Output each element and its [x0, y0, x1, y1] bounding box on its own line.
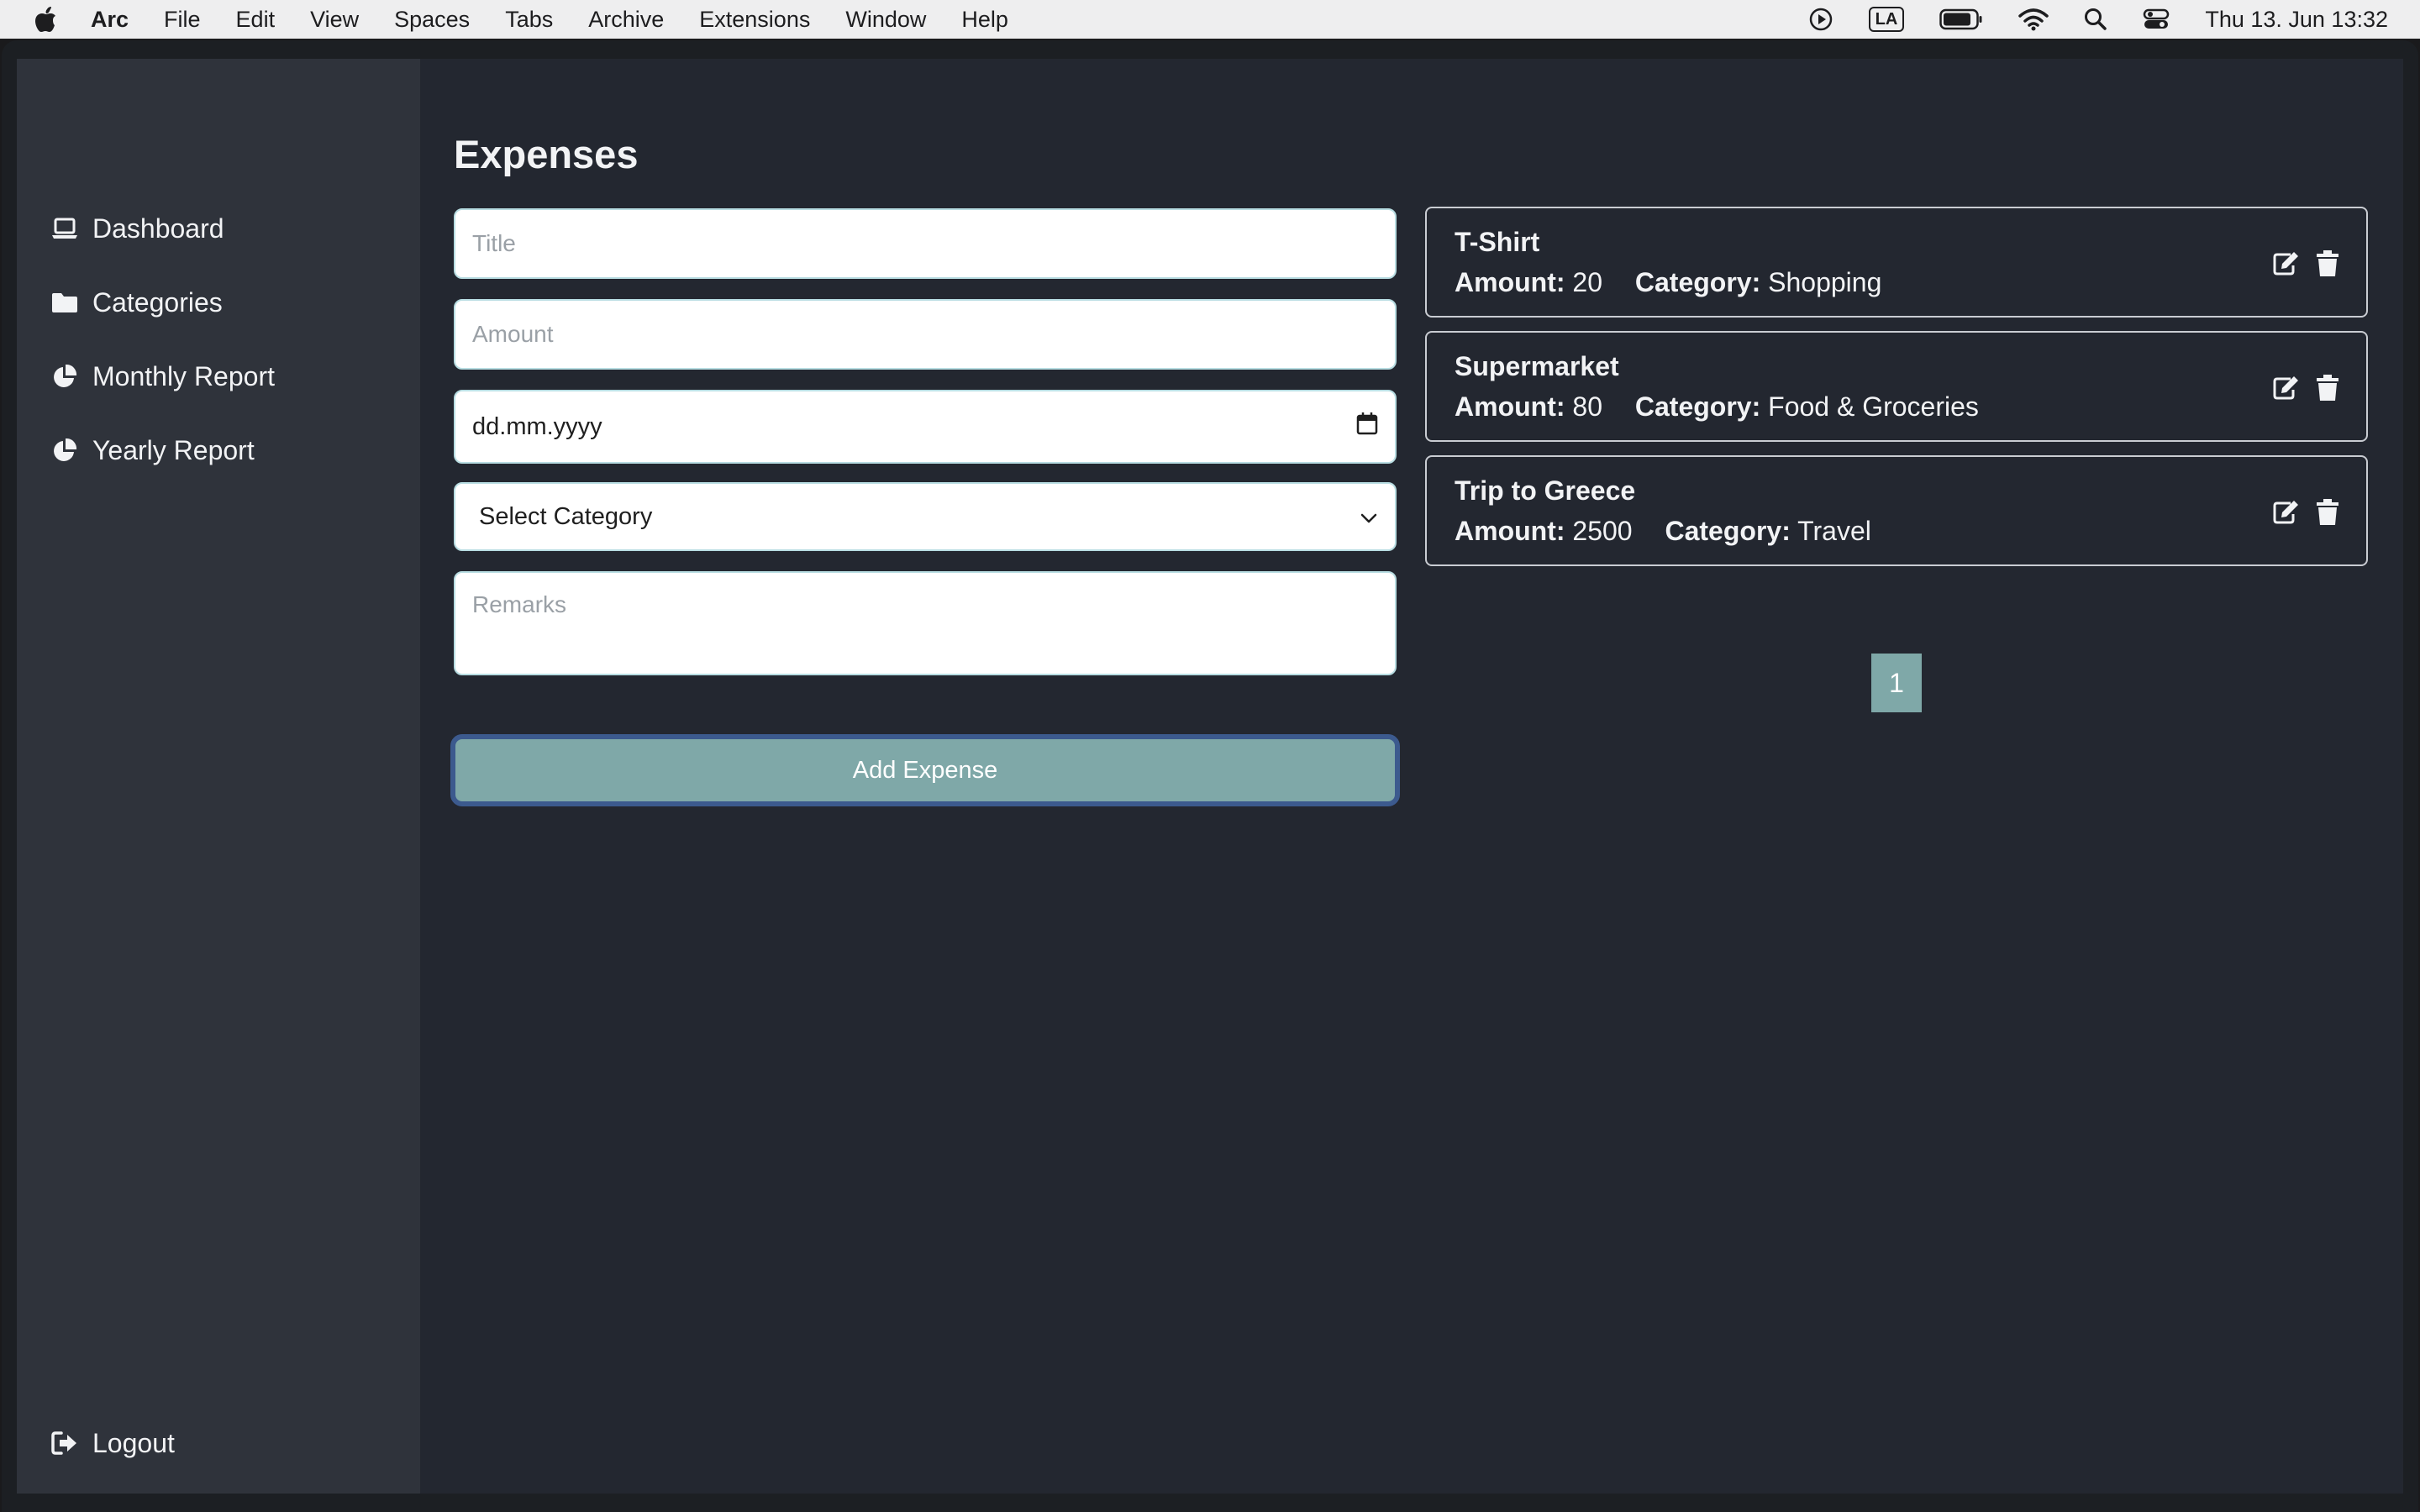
- laptop-icon: [50, 214, 79, 243]
- expense-title: T-Shirt: [1455, 227, 1540, 257]
- trash-icon[interactable]: [2314, 375, 2341, 402]
- sidebar-item-label: Monthly Report: [92, 360, 275, 391]
- status-area: LA Thu 13. Jun 13:32: [1773, 0, 2388, 39]
- category-label: Category:: [1634, 267, 1761, 297]
- add-expense-button[interactable]: Add Expense: [450, 734, 1400, 806]
- expense-meta: Amount: 20 Category: Shopping: [1455, 267, 1881, 298]
- macos-menu-bar: Arc File Edit View Spaces Tabs Archive E…: [0, 0, 2420, 39]
- expense-category: Food & Groceries: [1768, 391, 1979, 422]
- menu-archive[interactable]: Archive: [588, 7, 664, 33]
- edit-icon[interactable]: [2272, 499, 2299, 526]
- expense-amount: 2500: [1572, 516, 1633, 546]
- control-center-icon[interactable]: [2143, 8, 2170, 31]
- expense-actions: [2272, 250, 2341, 277]
- expense-card: Trip to Greece Amount: 2500 Category: Tr…: [1425, 455, 2368, 566]
- pie-chart-icon: [50, 436, 79, 465]
- trash-icon[interactable]: [2314, 499, 2341, 526]
- category-select[interactable]: Select Category: [454, 482, 1397, 551]
- browser-window: Dashboard Categories Monthly Report Year…: [2, 40, 2418, 1512]
- edit-icon[interactable]: [2272, 250, 2299, 277]
- apple-logo-icon[interactable]: [32, 6, 59, 33]
- menu-tabs[interactable]: Tabs: [505, 7, 553, 33]
- amount-label: Amount:: [1455, 391, 1565, 422]
- date-input-placeholder: dd.mm.yyyy: [472, 412, 602, 440]
- menu-edit[interactable]: Edit: [236, 7, 276, 33]
- amount-label: Amount:: [1455, 516, 1565, 546]
- menu-extensions[interactable]: Extensions: [699, 7, 810, 33]
- expense-title: Trip to Greece: [1455, 475, 1636, 506]
- date-input[interactable]: dd.mm.yyyy: [454, 390, 1397, 464]
- input-language-badge[interactable]: LA: [1868, 7, 1905, 32]
- pagination-page-button[interactable]: 1: [1871, 654, 1922, 712]
- sidebar-item-label: Dashboard: [92, 213, 224, 244]
- remarks-textarea[interactable]: [454, 571, 1397, 675]
- sidebar-item-label: Categories: [92, 286, 223, 318]
- pie-chart-icon: [50, 362, 79, 391]
- expense-category: Shopping: [1768, 267, 1882, 297]
- sidebar-item-monthly-report[interactable]: Monthly Report: [50, 354, 275, 398]
- sidebar-item-label: Yearly Report: [92, 434, 255, 465]
- play-circle-icon[interactable]: [1808, 7, 1833, 32]
- page-title: Expenses: [454, 132, 639, 176]
- sign-out-icon: [50, 1429, 79, 1457]
- calendar-icon[interactable]: [1356, 412, 1378, 442]
- menu-app-name[interactable]: Arc: [91, 7, 129, 33]
- sidebar-item-dashboard[interactable]: Dashboard: [50, 207, 224, 250]
- edit-icon[interactable]: [2272, 375, 2299, 402]
- menu-window[interactable]: Window: [845, 7, 926, 33]
- wifi-icon[interactable]: [2018, 8, 2049, 31]
- logout-button[interactable]: Logout: [50, 1421, 175, 1465]
- battery-icon[interactable]: [1939, 8, 1983, 30]
- title-input[interactable]: [454, 208, 1397, 279]
- menu-clock[interactable]: Thu 13. Jun 13:32: [2205, 7, 2388, 33]
- category-label: Category:: [1634, 391, 1761, 422]
- folder-icon: [50, 288, 79, 317]
- menu-help[interactable]: Help: [961, 7, 1008, 33]
- sidebar-item-yearly-report[interactable]: Yearly Report: [50, 428, 255, 472]
- expense-meta: Amount: 80 Category: Food & Groceries: [1455, 391, 1979, 423]
- expense-category: Travel: [1797, 516, 1871, 546]
- expense-actions: [2272, 499, 2341, 526]
- expense-amount: 20: [1572, 267, 1602, 297]
- trash-icon[interactable]: [2314, 250, 2341, 277]
- sidebar-item-categories[interactable]: Categories: [50, 281, 223, 324]
- expense-actions: [2272, 375, 2341, 402]
- search-icon[interactable]: [2084, 8, 2107, 31]
- menu-view[interactable]: View: [310, 7, 359, 33]
- main-content: Expenses dd.mm.yyyy Select Category Add …: [420, 59, 2403, 1494]
- amount-label: Amount:: [1455, 267, 1565, 297]
- app-sidebar: Dashboard Categories Monthly Report Year…: [17, 59, 420, 1494]
- expense-card: T-Shirt Amount: 20 Category: Shopping: [1425, 207, 2368, 318]
- expense-amount: 80: [1572, 391, 1602, 422]
- logout-label: Logout: [92, 1427, 175, 1458]
- expense-card: Supermarket Amount: 80 Category: Food & …: [1425, 331, 2368, 442]
- menu-file[interactable]: File: [164, 7, 201, 33]
- expense-meta: Amount: 2500 Category: Travel: [1455, 516, 1871, 547]
- category-label: Category:: [1665, 516, 1791, 546]
- chevron-down-icon: [1360, 503, 1378, 531]
- menu-spaces[interactable]: Spaces: [394, 7, 470, 33]
- expense-title: Supermarket: [1455, 351, 1619, 381]
- category-select-value: Select Category: [479, 502, 653, 530]
- amount-input[interactable]: [454, 299, 1397, 370]
